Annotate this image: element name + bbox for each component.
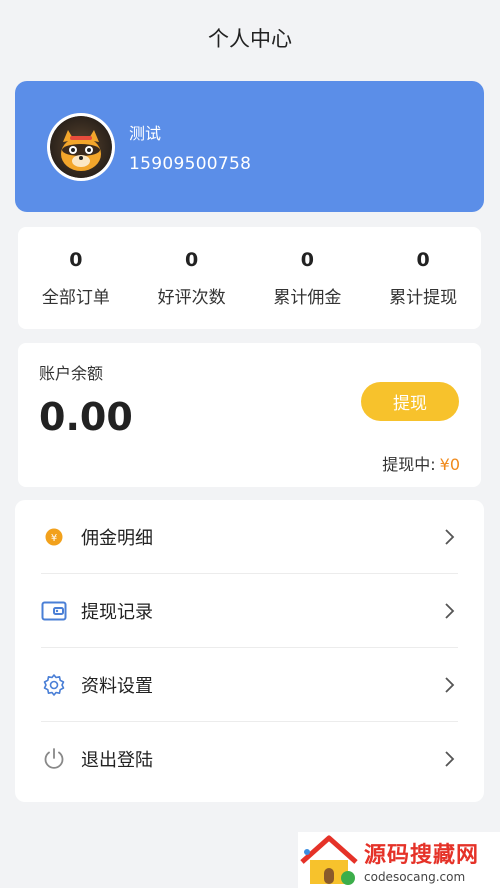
raccoon-avatar-icon: [50, 115, 112, 178]
menu-item-withdraw-records[interactable]: 提现记录: [41, 574, 458, 648]
stat-good-reviews[interactable]: 0 好评次数: [134, 249, 250, 308]
stat-value: 0: [185, 248, 199, 271]
page-title: 个人中心: [208, 27, 292, 51]
stat-all-orders[interactable]: 0 全部订单: [18, 249, 134, 308]
balance-amount: 0.00: [39, 395, 133, 439]
stat-label: 累计佣金: [273, 287, 342, 308]
watermark: 源码搜藏网 codesocang.com: [298, 832, 500, 888]
pending-value: ¥0: [439, 455, 460, 474]
page-header: 个人中心: [0, 0, 500, 72]
chevron-right-icon: [445, 602, 455, 619]
stat-value: 0: [416, 248, 430, 271]
menu-item-profile-settings[interactable]: 资料设置: [41, 648, 458, 722]
menu-label: 资料设置: [81, 675, 153, 697]
coin-icon: ¥: [41, 524, 67, 550]
pending-withdrawal: 提现中: ¥0: [382, 451, 460, 475]
profile-phone: 15909500758: [129, 153, 252, 174]
menu-label: 佣金明细: [81, 527, 153, 549]
wallet-icon: [41, 598, 67, 624]
chevron-right-icon: [445, 528, 455, 545]
profile-name: 测试: [129, 123, 162, 143]
menu-label: 提现记录: [81, 601, 153, 623]
stats-card: 0 全部订单 0 好评次数 0 累计佣金 0 累计提现: [18, 227, 481, 329]
menu-item-commission-detail[interactable]: ¥ 佣金明细: [41, 500, 458, 574]
withdraw-button[interactable]: 提现: [361, 382, 459, 421]
watermark-url: codesocang.com: [364, 869, 466, 884]
profile-card[interactable]: 测试 15909500758: [15, 81, 484, 212]
gear-icon: [41, 672, 67, 698]
avatar[interactable]: [47, 112, 115, 181]
balance-card: 账户余额 0.00 提现 提现中: ¥0: [18, 343, 481, 487]
power-icon: [41, 746, 67, 772]
menu-card: ¥ 佣金明细 提现记录 资料设置 退出登陆: [15, 500, 484, 802]
stat-value: 0: [69, 248, 83, 271]
pending-label: 提现中:: [382, 455, 436, 474]
svg-text:¥: ¥: [51, 533, 57, 544]
stat-value: 0: [300, 248, 314, 271]
balance-label: 账户余额: [39, 364, 104, 383]
stat-label: 好评次数: [157, 287, 226, 308]
watermark-title: 源码搜藏网: [364, 842, 480, 868]
stat-total-withdrawn[interactable]: 0 累计提现: [365, 249, 481, 308]
stat-label: 累计提现: [389, 287, 458, 308]
stat-label: 全部订单: [41, 287, 110, 308]
menu-label: 退出登陆: [81, 750, 153, 771]
chevron-right-icon: [445, 676, 455, 693]
menu-item-logout[interactable]: 退出登陆: [41, 722, 458, 796]
stat-total-commission[interactable]: 0 累计佣金: [250, 249, 366, 308]
chevron-right-icon: [445, 751, 455, 767]
house-logo-icon: [300, 835, 358, 885]
